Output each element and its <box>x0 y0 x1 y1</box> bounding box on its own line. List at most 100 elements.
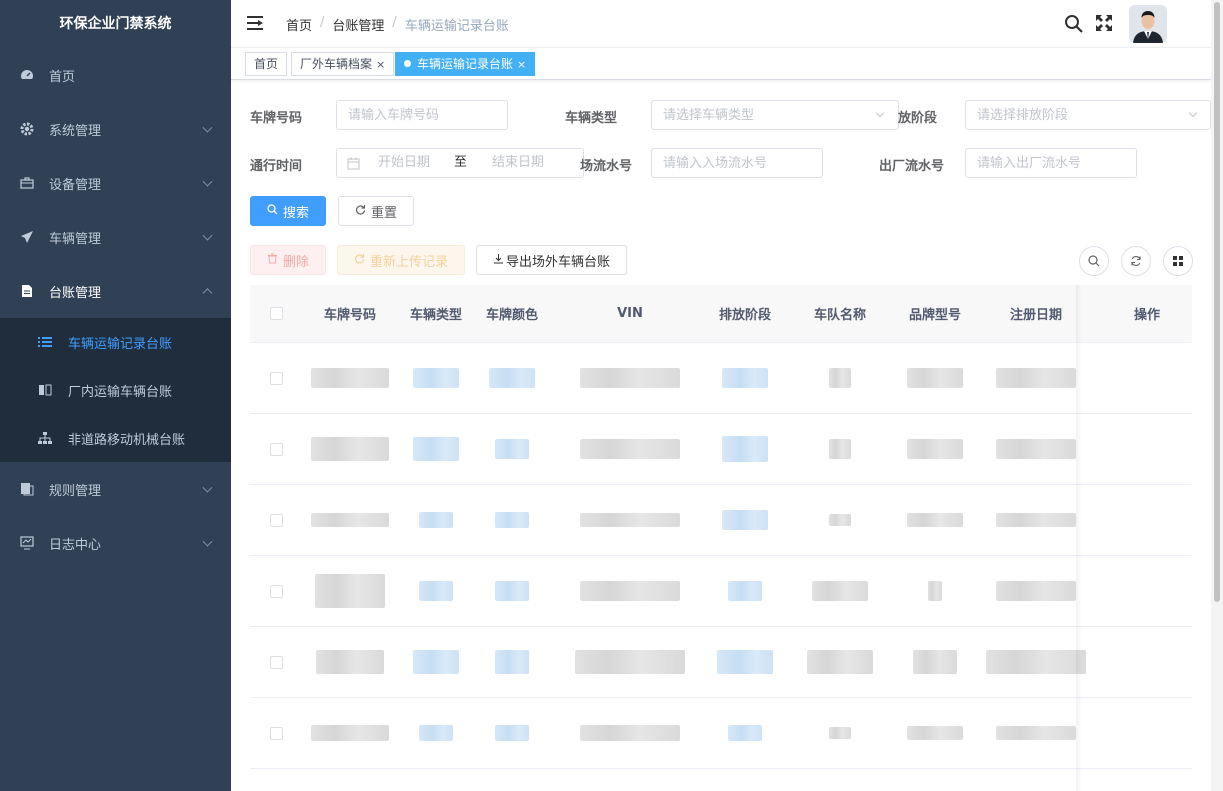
redacted-type <box>413 437 459 461</box>
reset-button[interactable]: 重置 <box>338 196 414 226</box>
redacted-plate <box>311 437 389 461</box>
redacted-brand <box>928 581 942 601</box>
redacted-date <box>996 726 1076 740</box>
row-checkbox[interactable] <box>269 442 283 456</box>
stack-icon <box>20 482 34 496</box>
top-navbar: 首页 / 台账管理 / 车辆运输记录台账 <box>231 0 1211 48</box>
sidebar-item-label: 车辆运输记录台账 <box>68 336 173 352</box>
sidebar-item-system[interactable]: 系统管理 <box>0 102 231 156</box>
end-date-placeholder[interactable]: 结束日期 <box>492 149 544 177</box>
sidebar-item-ledger[interactable]: 台账管理 <box>0 264 231 318</box>
fullscreen-icon[interactable] <box>1095 14 1113 32</box>
column-header[interactable]: 品牌型号 <box>900 304 970 323</box>
row-checkbox[interactable] <box>269 584 283 598</box>
range-separator: 至 <box>454 155 468 170</box>
table-row[interactable] <box>250 556 1192 627</box>
tree-icon <box>38 431 52 445</box>
redacted-plate <box>311 513 389 527</box>
sidebar-item-rules[interactable]: 规则管理 <box>0 462 231 516</box>
redacted-fleet <box>812 581 868 601</box>
sidebar-item-label: 非道路移动机械台账 <box>68 432 186 448</box>
ledger-table: 车牌号码 车辆类型 车牌颜色 VIN 排放阶段 车队名称 品牌型号 注册日期 操… <box>250 285 1192 769</box>
table-row[interactable] <box>250 414 1192 485</box>
exit-serial-label: 出厂流水号 <box>879 159 945 174</box>
date-range-picker[interactable]: 开始日期 至 结束日期 <box>336 148 584 178</box>
start-date-placeholder[interactable]: 开始日期 <box>378 149 454 177</box>
refresh-table-button[interactable] <box>1121 246 1151 276</box>
search-icon[interactable] <box>1064 14 1084 34</box>
column-header[interactable]: 注册日期 <box>970 304 1102 323</box>
page-scrollbar[interactable] <box>1211 0 1223 791</box>
table-row[interactable] <box>250 485 1192 556</box>
sidebar-item-vehicles[interactable]: 车辆管理 <box>0 210 231 264</box>
hamburger-icon[interactable] <box>247 16 263 30</box>
delete-button[interactable]: 删除 <box>250 245 326 275</box>
redacted-brand <box>913 650 957 674</box>
sidebar-item-devices[interactable]: 设备管理 <box>0 156 231 210</box>
tab-home[interactable]: 首页 <box>245 52 288 76</box>
plate-label: 车牌号码 <box>250 111 303 126</box>
tab-external-vehicle-archive[interactable]: 厂外车辆档案 × <box>291 52 395 76</box>
sidebar-item-machinery-ledger[interactable]: 非道路移动机械台账 <box>0 414 231 462</box>
sidebar-item-logs[interactable]: 日志中心 <box>0 516 231 570</box>
redacted-fleet <box>829 368 851 388</box>
reupload-button[interactable]: 重新上传记录 <box>337 245 465 275</box>
table-row[interactable] <box>250 627 1192 698</box>
redacted-emission <box>722 436 768 462</box>
breadcrumb-ledger[interactable]: 台账管理 <box>332 15 384 34</box>
column-header[interactable]: 车牌号码 <box>302 304 398 323</box>
redacted-vin <box>580 513 680 527</box>
scrollbar-thumb[interactable] <box>1214 2 1220 602</box>
search-button[interactable]: 搜索 <box>250 196 326 226</box>
breadcrumb: 首页 / 台账管理 / 车辆运输记录台账 <box>286 15 509 34</box>
redacted-color <box>495 581 529 601</box>
chevron-down-icon <box>202 176 213 187</box>
chevron-down-icon <box>202 122 213 133</box>
close-icon[interactable]: × <box>517 58 526 71</box>
redacted-fleet <box>829 514 851 526</box>
emission-stage-select[interactable] <box>965 100 1211 130</box>
trash-icon <box>267 253 278 267</box>
sidebar-item-internal-vehicle-ledger[interactable]: 厂内运输车辆台账 <box>0 366 231 414</box>
row-checkbox[interactable] <box>269 655 283 669</box>
grid-icon <box>1172 255 1184 267</box>
plate-input[interactable] <box>336 100 508 130</box>
refresh-icon <box>355 204 366 218</box>
column-settings-button[interactable] <box>1163 246 1193 276</box>
row-checkbox[interactable] <box>269 513 283 527</box>
vehicle-type-select[interactable] <box>651 100 899 130</box>
close-icon[interactable]: × <box>376 58 385 71</box>
column-header[interactable]: 排放阶段 <box>710 304 780 323</box>
export-button[interactable]: 导出场外车辆台账 <box>476 245 627 275</box>
chevron-down-icon <box>202 482 213 493</box>
book-icon <box>38 383 52 397</box>
tags-view: 首页 厂外车辆档案 × 车辆运输记录台账 × <box>231 48 1211 80</box>
sidebar-item-label: 日志中心 <box>49 537 102 553</box>
sidebar-item-transport-ledger[interactable]: 车辆运输记录台账 <box>0 318 231 366</box>
column-header[interactable]: 车辆类型 <box>398 304 474 323</box>
column-header[interactable]: 车牌颜色 <box>474 304 550 323</box>
table-row[interactable] <box>250 698 1192 769</box>
redacted-type <box>413 368 459 388</box>
breadcrumb-home[interactable]: 首页 <box>286 15 312 34</box>
chevron-down-icon <box>202 230 213 241</box>
row-checkbox[interactable] <box>269 726 283 740</box>
exit-serial-input[interactable] <box>965 148 1137 178</box>
sidebar: 环保企业门禁系统 首页 系统管理 设备管理 车辆管理 台账管理 车辆运输记录台账… <box>0 0 231 791</box>
redacted-brand <box>907 368 963 388</box>
entry-serial-input[interactable] <box>651 148 823 178</box>
redacted-date <box>986 650 1086 674</box>
redacted-vin <box>580 581 680 601</box>
avatar[interactable] <box>1129 5 1167 43</box>
row-checkbox[interactable] <box>269 371 283 385</box>
column-header[interactable]: VIN <box>550 306 710 321</box>
select-all-checkbox[interactable] <box>269 307 283 320</box>
redacted-brand <box>907 513 963 527</box>
redacted-plate <box>311 368 389 388</box>
toggle-search-button[interactable] <box>1079 246 1109 276</box>
sidebar-item-label: 设备管理 <box>49 177 102 193</box>
column-header[interactable]: 车队名称 <box>780 304 900 323</box>
table-row[interactable] <box>250 343 1192 414</box>
tab-transport-ledger[interactable]: 车辆运输记录台账 × <box>395 52 536 76</box>
sidebar-item-home[interactable]: 首页 <box>0 48 231 102</box>
